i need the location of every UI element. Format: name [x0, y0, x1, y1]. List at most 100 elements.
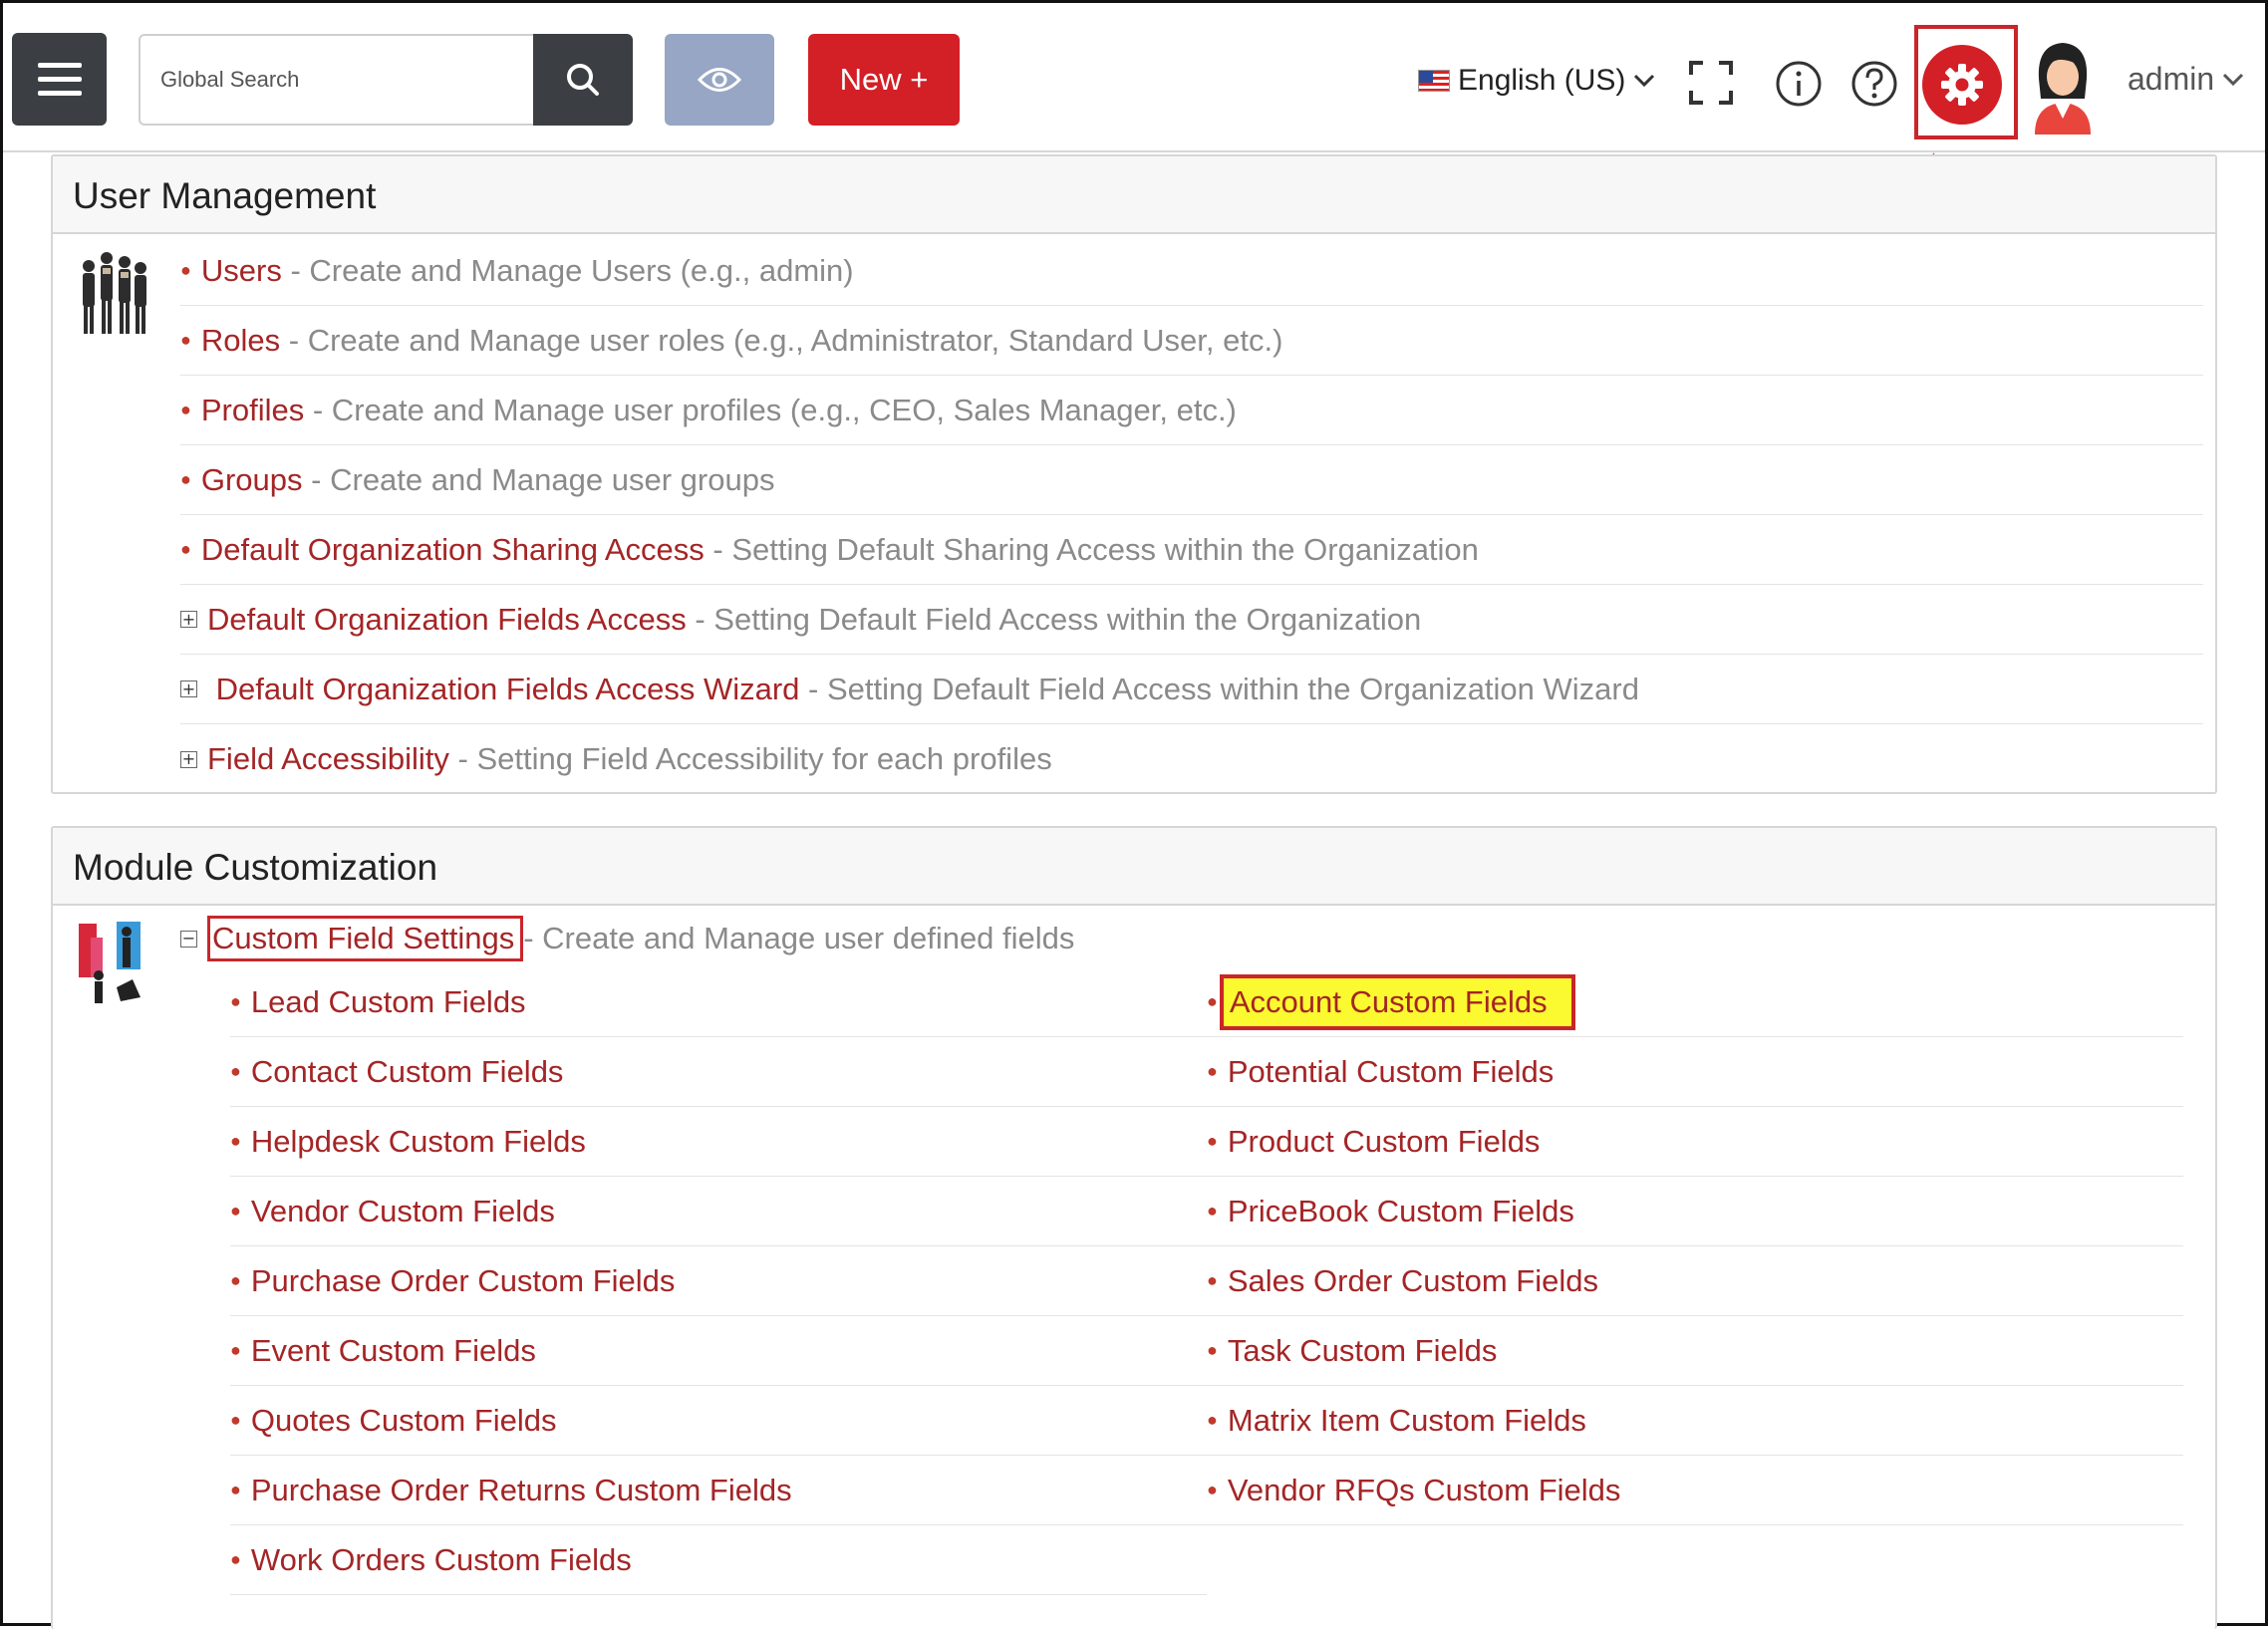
collapse-icon[interactable]: − [180, 930, 197, 948]
event-custom-fields-link[interactable]: Event Custom Fields [251, 1333, 536, 1369]
list-item: ● Lead Custom Fields [230, 967, 1207, 1037]
helpdesk-custom-fields-link[interactable]: Helpdesk Custom Fields [251, 1124, 586, 1160]
account-custom-fields-link[interactable]: Account Custom Fields [1219, 973, 1575, 1030]
help-icon[interactable] [1850, 60, 1898, 108]
item-description: - Create and Manage Users (e.g., admin) [290, 252, 854, 288]
list-item: ● Helpdesk Custom Fields [230, 1107, 1207, 1177]
list-item: ● Purchase Order Returns Custom Fields [230, 1456, 1207, 1525]
list-item: ● Potential Custom Fields [1207, 1037, 2183, 1107]
language-selector[interactable]: English (US) [1418, 61, 1655, 101]
roles-link[interactable]: Roles [201, 323, 280, 359]
list-item: ● Roles - Create and Manage user roles (… [180, 306, 2203, 376]
eye-icon [698, 68, 741, 92]
gear-icon [1941, 64, 1983, 106]
bullet-icon: ● [1207, 1201, 1218, 1221]
bullet-icon: ● [1207, 1131, 1218, 1151]
module-customization-title: Module Customization [53, 828, 2215, 906]
users-link[interactable]: Users [201, 253, 282, 289]
expand-icon[interactable]: + [180, 611, 197, 628]
expand-icon[interactable]: + [180, 680, 197, 697]
bullet-icon: ● [230, 1270, 241, 1290]
item-description: - Setting Default Sharing Access within … [712, 531, 1479, 567]
potential-custom-fields-link[interactable]: Potential Custom Fields [1228, 1054, 1554, 1090]
quotes-custom-fields-link[interactable]: Quotes Custom Fields [251, 1403, 557, 1439]
bullet-icon: ● [180, 469, 191, 489]
bullet-icon: ● [1207, 1270, 1218, 1290]
work-orders-custom-fields-link[interactable]: Work Orders Custom Fields [251, 1542, 632, 1578]
avatar[interactable] [2025, 39, 2101, 135]
preview-button[interactable] [665, 34, 774, 126]
custom-fields-icon [79, 922, 141, 1003]
list-item: ● Event Custom Fields [230, 1316, 1207, 1386]
menu-icon [37, 77, 82, 82]
custom-field-settings-row: − Custom Field Settings - Create and Mana… [180, 904, 2203, 973]
chevron-down-icon [2223, 73, 2244, 86]
purchase-order-returns-custom-fields-link[interactable]: Purchase Order Returns Custom Fields [251, 1473, 792, 1508]
bullet-icon: ● [180, 260, 191, 280]
pricebook-custom-fields-link[interactable]: PriceBook Custom Fields [1228, 1194, 1574, 1229]
list-item: ● Default Organization Sharing Access - … [180, 515, 2203, 585]
item-description: - Create and Manage user groups [311, 461, 775, 497]
vendor-rfqs-custom-fields-link[interactable]: Vendor RFQs Custom Fields [1228, 1473, 1621, 1508]
user-name: admin [2127, 61, 2215, 97]
menu-icon [37, 63, 82, 68]
module-customization-panel: Module Customization − Custom Field Sett… [51, 826, 2217, 1629]
chevron-down-icon [1634, 74, 1655, 88]
bullet-icon: ● [230, 1131, 241, 1151]
task-custom-fields-link[interactable]: Task Custom Fields [1228, 1333, 1497, 1369]
list-item: + Default Organization Fields Access - S… [180, 585, 2203, 655]
field-accessibility-link[interactable]: Field Accessibility [207, 741, 449, 777]
global-search-input[interactable] [139, 34, 534, 126]
top-navbar: New + English (US) [3, 3, 2265, 152]
expand-icon[interactable]: + [180, 750, 197, 768]
item-description: - Setting Default Field Access within th… [695, 601, 1422, 637]
fullscreen-icon[interactable] [1689, 61, 1733, 105]
settings-button[interactable] [1922, 45, 2002, 125]
bullet-icon: ● [230, 1410, 241, 1430]
list-item: ● Contact Custom Fields [230, 1037, 1207, 1107]
bullet-icon: ● [1207, 1340, 1218, 1360]
default-organization-fields-access-link[interactable]: Default Organization Fields Access [207, 602, 687, 638]
item-description: - Create and Manage user roles (e.g., Ad… [288, 322, 1283, 358]
us-flag-icon [1418, 70, 1450, 92]
info-icon[interactable] [1775, 60, 1823, 108]
bullet-icon: ● [180, 330, 191, 350]
contact-custom-fields-link[interactable]: Contact Custom Fields [251, 1054, 564, 1090]
matrix-item-custom-fields-link[interactable]: Matrix Item Custom Fields [1228, 1403, 1586, 1439]
user-menu[interactable]: admin [2127, 61, 2244, 98]
vendor-custom-fields-link[interactable]: Vendor Custom Fields [251, 1194, 555, 1229]
item-description: - Setting Field Accessibility for each p… [457, 741, 1052, 776]
list-item: ● Purchase Order Custom Fields [230, 1246, 1207, 1316]
purchase-order-custom-fields-link[interactable]: Purchase Order Custom Fields [251, 1263, 676, 1299]
default-organization-sharing-access-link[interactable]: Default Organization Sharing Access [201, 532, 705, 568]
bullet-icon: ● [230, 1480, 241, 1499]
item-description: - Setting Default Field Access within th… [808, 671, 1639, 706]
list-item: + Default Organization Fields Access Wiz… [180, 655, 2203, 724]
custom-field-settings-link[interactable]: Custom Field Settings [207, 916, 524, 961]
bullet-icon: ● [180, 539, 191, 559]
bullet-icon: ● [1207, 1480, 1218, 1499]
list-item: ● Sales Order Custom Fields [1207, 1246, 2183, 1316]
product-custom-fields-link[interactable]: Product Custom Fields [1228, 1124, 1541, 1160]
search-icon [567, 64, 599, 96]
lead-custom-fields-link[interactable]: Lead Custom Fields [251, 984, 526, 1020]
default-organization-fields-access-wizard-link[interactable]: Default Organization Fields Access Wizar… [216, 672, 800, 707]
list-item: ● Work Orders Custom Fields [230, 1525, 1207, 1595]
list-item: ● Users - Create and Manage Users (e.g.,… [180, 236, 2203, 306]
bullet-icon: ● [230, 1549, 241, 1569]
new-button[interactable]: New + [808, 34, 960, 126]
bullet-icon: ● [230, 1201, 241, 1221]
search-button[interactable] [533, 34, 633, 126]
user-management-panel: User Management ● Users - Create and Man… [51, 154, 2217, 794]
list-item: ● Vendor Custom Fields [230, 1177, 1207, 1246]
language-label: English (US) [1458, 64, 1626, 97]
hamburger-menu-button[interactable] [12, 33, 107, 126]
menu-icon [37, 91, 82, 96]
profiles-link[interactable]: Profiles [201, 393, 304, 428]
sales-order-custom-fields-link[interactable]: Sales Order Custom Fields [1228, 1263, 1598, 1299]
list-item: + Field Accessibility - Setting Field Ac… [180, 724, 2203, 794]
groups-link[interactable]: Groups [201, 462, 303, 498]
list-item: ● Matrix Item Custom Fields [1207, 1386, 2183, 1456]
list-item: ● PriceBook Custom Fields [1207, 1177, 2183, 1246]
bullet-icon: ● [230, 1061, 241, 1081]
